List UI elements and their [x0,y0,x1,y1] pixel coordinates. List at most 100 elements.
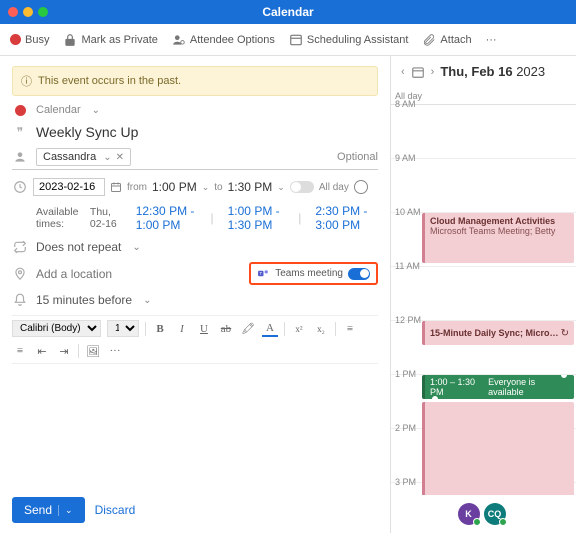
attendee-options[interactable]: Attendee Options [172,33,275,47]
chevron-down-icon[interactable]: ⌄ [132,242,140,253]
time-slot-0[interactable]: 12:30 PM - 1:00 PM [136,204,203,232]
strike-button[interactable]: ab [218,321,234,337]
reminder-select[interactable]: 15 minutes before [36,293,132,307]
next-day[interactable]: › [431,66,435,78]
event-subtitle: Microsoft Teams Meeting; Betty [430,226,569,236]
minimize-window[interactable] [23,7,33,17]
repeat-select[interactable]: Does not repeat [36,240,121,254]
show-as-busy[interactable]: Busy [10,34,49,46]
calendar-clock-icon [289,33,303,47]
hour-row: 11 AM [391,267,576,321]
insert-image-button[interactable]: 🖼 [85,343,101,359]
calendar-name[interactable]: Calendar [36,104,81,116]
teams-label: Teams meeting [275,268,343,279]
avatar[interactable]: CQ [484,503,506,525]
time-slot-1[interactable]: 1:00 PM - 1:30 PM [228,204,291,232]
prev-day[interactable]: ‹ [401,66,405,78]
allday-label: All day [319,182,349,193]
hour-label: 2 PM [395,423,416,433]
ellipsis-icon: ··· [486,34,497,46]
invitee-chip[interactable]: Cassandra ⌄ ✕ [36,148,131,166]
subscript-button[interactable]: x₂ [313,321,329,337]
event-daily-sync[interactable]: 15-Minute Daily Sync; Microsoft Teams ↻ [422,321,574,345]
event-cloud-management[interactable]: Cloud Management Activities Microsoft Te… [422,213,574,263]
time-slot-2[interactable]: 2:30 PM - 3:00 PM [315,204,378,232]
chevron-down-icon[interactable]: ⌄ [277,182,285,193]
discard-button[interactable]: Discard [95,497,136,523]
font-color-button[interactable]: A [262,321,278,337]
teams-toggle[interactable] [348,268,370,280]
font-family-select[interactable]: Calibri (Body) [12,320,101,337]
calendar-color-dot [15,105,26,116]
repeat-icon [13,240,27,254]
schedule-panel: ‹ › Thu, Feb 16 2023 All day 8 AM9 AM10 … [390,56,576,533]
event-toolbar: Busy Mark as Private Attendee Options Sc… [0,24,576,56]
start-time[interactable]: 1:00 PM [152,180,197,194]
person-icon [13,150,27,164]
chevron-down-icon[interactable]: ⌄ [143,295,151,306]
close-window[interactable] [8,7,18,17]
more-format-button[interactable]: ··· [107,343,123,359]
font-size-select[interactable]: 11 [107,320,139,337]
calendar-icon[interactable] [110,181,122,193]
italic-button[interactable]: I [174,321,190,337]
indent-button[interactable]: ⇥ [56,343,72,359]
mark-private[interactable]: Mark as Private [63,33,157,47]
more-options[interactable]: ··· [486,34,497,46]
attendee-label: Attendee Options [190,34,275,46]
avatar[interactable]: K [458,503,480,525]
underline-button[interactable]: U [196,321,212,337]
chevron-down-icon[interactable]: ⌄ [92,105,100,116]
busy-label: Busy [25,34,49,46]
bullet-list-button[interactable]: ≡ [342,321,358,337]
hour-label: 3 PM [395,477,416,487]
proposed-slot[interactable]: 1:00 – 1:30 PM Everyone is available [422,375,574,399]
remove-invitee[interactable]: ✕ [116,152,124,163]
chevron-down-icon[interactable]: ⌄ [103,152,111,163]
end-time[interactable]: 1:30 PM [228,180,273,194]
location-input[interactable] [36,267,241,281]
number-list-button[interactable]: ≡ [12,343,28,359]
event-title-input[interactable] [36,124,378,140]
attach-button[interactable]: Attach [422,33,471,47]
bold-button[interactable]: B [152,321,168,337]
attendee-avatars: K CQ [391,495,576,533]
window-controls[interactable] [8,7,48,17]
format-toolbar: Calibri (Body) 11 B I U ab 🖍 A x² x₂ ≡ ≡… [12,315,378,364]
chevron-down-icon[interactable]: ⌄ [202,182,210,193]
busy-status-dot [10,34,21,45]
from-label: from [127,182,147,193]
slot-status: Everyone is available [488,377,569,397]
available-times-label: Available times: [36,206,82,230]
scheduling-assistant[interactable]: Scheduling Assistant [289,33,409,47]
event-block-pink[interactable] [422,402,574,495]
optional-button[interactable]: Optional [337,151,378,163]
date-input[interactable] [33,178,105,196]
people-gear-icon [172,33,186,47]
calendar-icon[interactable] [411,65,425,79]
teams-meeting-toggle-box: T Teams meeting [249,262,378,285]
teams-icon: T [257,267,270,280]
allday-toggle[interactable] [290,181,314,193]
highlight-button[interactable]: 🖍 [240,321,256,337]
outdent-button[interactable]: ⇤ [34,343,50,359]
zoom-window[interactable] [38,7,48,17]
send-label: Send [24,503,52,517]
superscript-button[interactable]: x² [291,321,307,337]
event-form: ⓘ This event occurs in the past. Calenda… [0,56,390,533]
past-event-warning: ⓘ This event occurs in the past. [12,66,378,96]
resize-handle-bottom[interactable] [431,395,439,399]
lock-icon [63,33,77,47]
titlebar: Calendar [0,0,576,24]
to-label: to [214,182,222,193]
quote-icon: ❞ [17,125,23,139]
globe-icon[interactable] [354,180,368,194]
presence-available-icon [499,518,507,526]
hour-row: 9 AM [391,159,576,213]
scheduling-label: Scheduling Assistant [307,34,409,46]
send-dropdown-chevron[interactable]: ⌄ [58,505,73,516]
send-button[interactable]: Send ⌄ [12,497,85,523]
warning-text: This event occurs in the past. [38,75,181,87]
hour-label: 9 AM [395,153,416,163]
bell-icon [13,293,27,307]
